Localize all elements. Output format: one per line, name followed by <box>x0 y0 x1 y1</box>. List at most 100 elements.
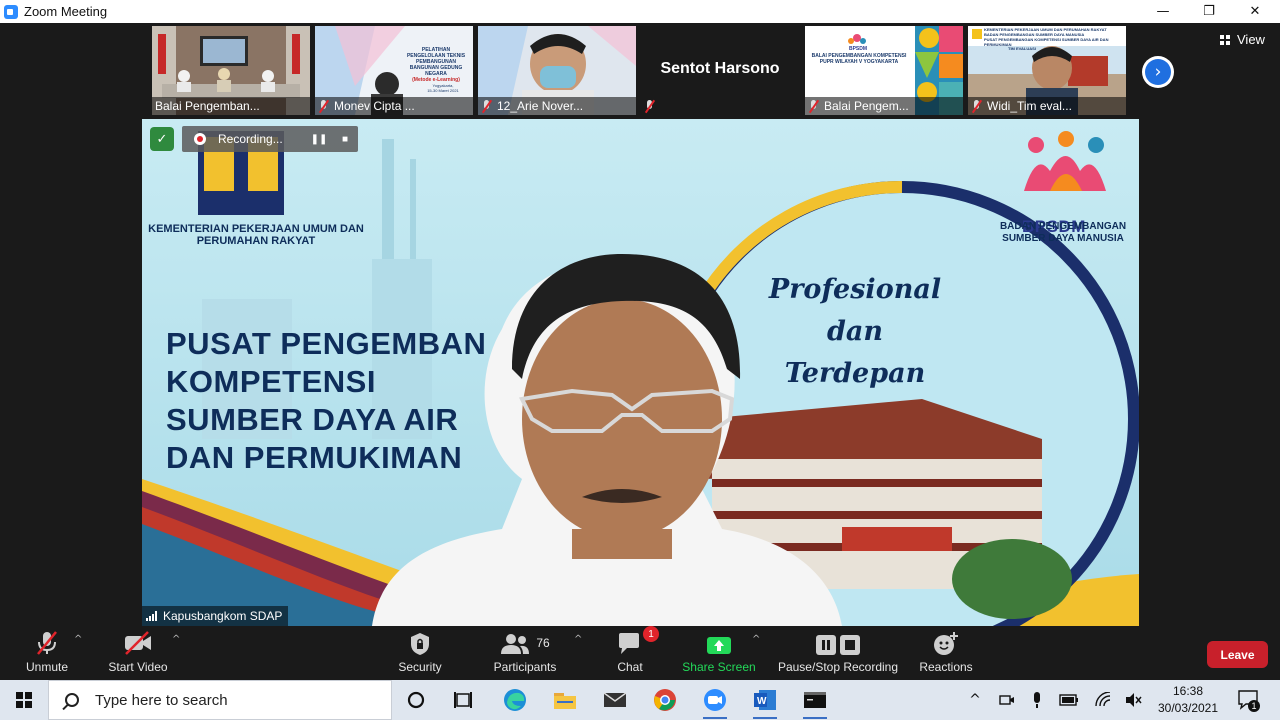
clock-time: 16:38 <box>1172 684 1204 698</box>
view-button-label: View <box>1237 32 1265 47</box>
mic-muted-icon <box>971 99 982 113</box>
pause-recording-button[interactable]: ❚❚ <box>306 126 332 152</box>
chevron-right-icon: › <box>1145 59 1171 85</box>
pause-stop-icon <box>815 626 861 656</box>
search-icon <box>65 693 79 707</box>
participants-options-caret[interactable]: ^ <box>574 634 582 645</box>
unmute-label: Unmute <box>25 660 69 674</box>
edge-app[interactable] <box>497 684 533 716</box>
participant-thumbnail[interactable]: BPSDM BALAI PENGEMBANGAN KOMPETENSI PUPR… <box>805 26 963 115</box>
participant-name: 12_Arie Nover... <box>497 99 584 113</box>
reactions-label: Reactions <box>919 660 973 674</box>
chrome-icon <box>654 689 676 711</box>
participant-name-bar: Monev Cipta ... <box>315 97 473 115</box>
start-video-button[interactable]: Start Video <box>104 626 172 680</box>
slide-headline: PUSAT PENGEMBAN KOMPETENSI SUMBER DAYA A… <box>166 325 486 477</box>
mic-muted-icon <box>481 99 492 113</box>
meet-now-tray-icon[interactable] <box>994 680 1020 720</box>
participant-thumbnail[interactable]: KEMENTERIAN PEKERJAAN UMUM DAN PERUMAHAN… <box>968 26 1126 115</box>
recording-dot-icon <box>194 133 206 145</box>
mic-muted-icon <box>644 99 655 113</box>
participants-button[interactable]: 76 Participants <box>490 626 560 680</box>
zoom-icon <box>704 689 726 711</box>
encryption-shield-icon[interactable]: ✓ <box>150 127 174 151</box>
participant-thumbnail[interactable]: PELATIHAN PENGELOLAAN TEKNIS PEMBANGUNAN… <box>315 26 473 115</box>
terminal-app[interactable] <box>797 684 833 719</box>
network-tray-icon[interactable] <box>1090 680 1116 720</box>
wifi-icon <box>1095 692 1111 707</box>
participant-name: Balai Pengem... <box>824 99 909 113</box>
meeting-area: Balai Pengemban... PELATIHAN PENGELOLAAN… <box>0 23 1280 680</box>
mic-muted-icon <box>318 99 329 113</box>
slide-note: PUSAT PENGEMBANGAN KOMPETENSI SUMBER DAY… <box>984 37 1109 47</box>
chrome-app[interactable] <box>647 684 683 716</box>
file-explorer-app[interactable] <box>547 684 583 716</box>
taskbar-search-box[interactable]: Type here to search <box>48 680 392 720</box>
microphone-tray-icon[interactable] <box>1024 680 1050 720</box>
action-center-button[interactable]: 1 <box>1236 688 1260 712</box>
svg-text:W: W <box>757 696 767 707</box>
restore-button[interactable]: ❐ <box>1186 0 1232 23</box>
zoom-app-icon <box>4 4 18 19</box>
headline-line: KOMPETENSI <box>166 364 376 399</box>
reactions-button[interactable]: Reactions <box>916 626 976 680</box>
participant-name: Monev Cipta ... <box>334 99 415 113</box>
stop-recording-button[interactable]: ■ <box>332 126 358 152</box>
participant-thumbnail[interactable]: Sentot Harsono <box>641 26 799 115</box>
folder-icon <box>554 693 576 709</box>
title-bar: Zoom Meeting — ❐ ✕ <box>0 0 1280 23</box>
recording-status: Recording... <box>218 132 283 146</box>
tagline-line: Terdepan <box>784 358 926 389</box>
terminal-icon <box>804 692 826 708</box>
share-screen-button[interactable]: Share Screen <box>682 626 756 680</box>
word-app[interactable]: W <box>747 684 783 719</box>
minimize-button[interactable]: — <box>1140 0 1186 23</box>
security-button[interactable]: Security <box>392 626 448 680</box>
unmute-button[interactable]: Unmute <box>20 626 74 680</box>
participant-display-name: Sentot Harsono <box>660 60 780 77</box>
participant-name-bar: 12_Arie Nover... <box>478 97 636 115</box>
cortana-button[interactable] <box>398 684 434 716</box>
show-hidden-icons-button[interactable]: ^ <box>962 680 988 720</box>
zoom-app[interactable] <box>697 684 733 719</box>
slide-tagline: Profesional dan Terdepan <box>740 269 970 395</box>
ministry-name: KEMENTERIAN PEKERJAAN UMUM DAN PERUMAHAN… <box>148 223 364 247</box>
participant-thumbnail[interactable]: 12_Arie Nover... <box>478 26 636 115</box>
chat-button[interactable]: 1 Chat <box>608 626 659 680</box>
participants-count: 76 <box>536 636 550 650</box>
next-thumbnails-button[interactable]: › <box>1142 56 1174 88</box>
slide-subtitle: PENGELOLAAN TEKNIS PEMBANGUNAN BANGUNAN … <box>406 53 466 77</box>
video-options-caret[interactable]: ^ <box>172 634 180 645</box>
battery-tray-icon[interactable] <box>1056 680 1082 720</box>
video-off-icon <box>123 626 153 656</box>
task-view-button[interactable] <box>445 684 481 716</box>
participants-icon <box>501 634 530 654</box>
grid-view-icon <box>1220 34 1231 45</box>
window-title: Zoom Meeting <box>24 4 108 19</box>
volume-tray-icon[interactable] <box>1120 680 1146 720</box>
headline-line: SUMBER DAYA AIR <box>166 402 459 437</box>
close-button[interactable]: ✕ <box>1232 0 1278 23</box>
taskbar-clock[interactable]: 16:38 30/03/2021 <box>1152 683 1224 717</box>
meeting-controls: Unmute ^ Start Video ^ Security 76 Parti… <box>0 626 1280 680</box>
share-options-caret[interactable]: ^ <box>752 634 760 645</box>
search-placeholder: Type here to search <box>95 691 228 709</box>
windows-logo-icon <box>16 692 32 708</box>
notification-count: 1 <box>1248 700 1260 712</box>
active-speaker-video[interactable]: KEMENTERIAN PEKERJAAN UMUM DAN PERUMAHAN… <box>142 119 1139 626</box>
participant-thumbnail[interactable]: Balai Pengemban... <box>152 26 310 115</box>
participant-name: Balai Pengemban... <box>155 99 260 113</box>
pause-stop-recording-button[interactable]: Pause/Stop Recording <box>776 626 900 680</box>
mail-app[interactable] <box>597 684 633 716</box>
participant-name-bar: Balai Pengem... <box>805 97 963 115</box>
slide-team: TIM EVALUASI <box>1008 46 1036 51</box>
recording-status-pill: Recording... ❚❚ ■ <box>182 126 358 152</box>
start-button[interactable] <box>0 680 48 720</box>
audio-options-caret[interactable]: ^ <box>74 634 82 645</box>
view-button[interactable]: View <box>1220 32 1265 47</box>
recording-control-label: Pause/Stop Recording <box>777 660 899 674</box>
headline-line: DAN PERMUKIMAN <box>166 440 463 475</box>
slide-date: 15-30 Maret 2021 <box>427 88 459 93</box>
edge-icon <box>504 689 526 711</box>
leave-button[interactable]: Leave <box>1207 641 1268 668</box>
